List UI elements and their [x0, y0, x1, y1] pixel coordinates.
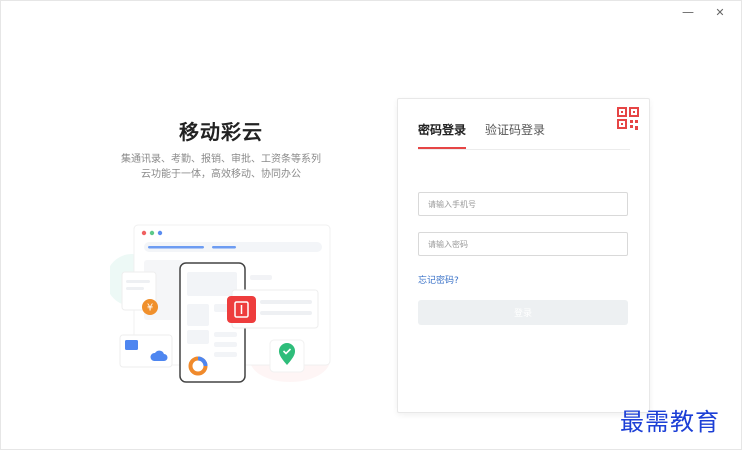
- floating-card-left-line-2: [126, 287, 144, 290]
- dot-green: [149, 230, 155, 236]
- forgot-password-link[interactable]: 忘记密码?: [418, 273, 459, 286]
- address-progress: [148, 246, 204, 249]
- login-tabs: 密码登录 验证码登录: [418, 121, 630, 150]
- app-illustration: ¥: [110, 224, 331, 383]
- password-input[interactable]: [418, 232, 628, 256]
- folder-card: [119, 334, 173, 368]
- address-progress-2: [212, 246, 236, 249]
- phone-input[interactable]: [418, 192, 628, 216]
- floating-card-line-2: [260, 311, 312, 315]
- currency-icon-glyph: ¥: [147, 303, 153, 314]
- dot-red: [141, 230, 147, 236]
- phone-block-3: [187, 330, 209, 344]
- login-card: 密码登录 验证码登录 忘记密码? 登录: [397, 98, 650, 413]
- dot-blue: [157, 230, 163, 236]
- intro-description: 集通讯录、考勤、报销、审批、工资条等系列 云功能于一体，高效移动、协同办公: [110, 152, 332, 182]
- intro-title: 移动彩云: [179, 120, 263, 144]
- folder-icon: [125, 340, 138, 350]
- close-button[interactable]: ✕: [710, 4, 730, 20]
- phone-block-5: [214, 342, 237, 347]
- tab-password-login[interactable]: 密码登录: [418, 121, 467, 149]
- floating-card-left-line-1: [126, 280, 150, 283]
- content-line-1: [250, 275, 272, 280]
- minimize-button[interactable]: —: [678, 4, 698, 20]
- watermark-text: 最需教育: [620, 408, 720, 436]
- floating-card-line-1: [260, 300, 312, 304]
- phone-screen-header: [187, 272, 237, 296]
- phone-block-1: [187, 304, 209, 326]
- tab-code-login[interactable]: 验证码登录: [485, 121, 545, 147]
- intro-desc-line-1: 集通讯录、考勤、报销、审批、工资条等系列: [121, 154, 321, 165]
- phone-block-6: [214, 352, 237, 357]
- intro-desc-line-2: 云功能于一体，高效移动、协同办公: [141, 169, 301, 180]
- login-button[interactable]: 登录: [418, 300, 628, 325]
- phone-block-4: [214, 332, 237, 337]
